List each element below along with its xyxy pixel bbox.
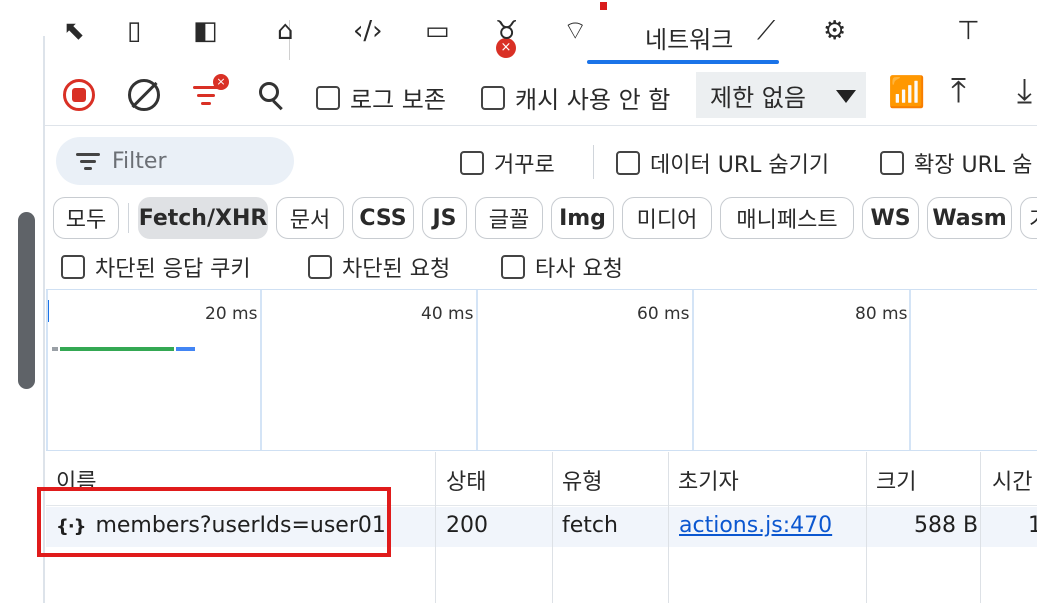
performance-tab-icon[interactable]: ♉ [495, 18, 518, 44]
settings-gear-icon[interactable]: ⚙ [823, 18, 846, 44]
request-type: fetch [562, 513, 618, 538]
hide-data-urls-checkbox[interactable]: 데이터 URL 숨기기 [616, 147, 829, 179]
filter-placeholder: Filter [112, 148, 167, 174]
request-time: 1 [1028, 513, 1037, 538]
filter-separator [593, 145, 594, 179]
overview-download-bar [176, 347, 195, 351]
blocked-cookies-checkbox[interactable]: 차단된 응답 쿠키 [61, 251, 251, 283]
chip-separator [128, 203, 129, 233]
type-filter-css[interactable]: CSS [352, 197, 414, 239]
blocked-requests-checkbox[interactable]: 차단된 요청 [308, 251, 450, 283]
column-header-initiator[interactable]: 초기자 [678, 464, 739, 496]
type-filter-manifest[interactable]: 매니페스트 [720, 197, 854, 239]
column-divider[interactable] [435, 452, 436, 603]
overview-gridline [46, 290, 48, 450]
type-filter-fetch-xhr[interactable]: Fetch/XHR [138, 197, 268, 239]
filter-icon [76, 151, 100, 171]
type-filter-media[interactable]: 미디어 [622, 197, 712, 239]
record-stop-icon [63, 79, 95, 111]
clear-icon [128, 79, 160, 111]
console-tab-icon[interactable]: ▭ [425, 18, 450, 44]
preserve-log-checkbox[interactable]: 로그 보존 [316, 80, 446, 115]
disable-cache-check[interactable] [481, 85, 505, 110]
network-overview[interactable]: 20 ms 40 ms 60 ms 80 ms [46, 289, 1037, 451]
column-header-time[interactable]: 시간 [992, 464, 1032, 496]
hide-data-urls-label: 데이터 URL 숨기기 [650, 153, 830, 178]
device-toolbar-icon[interactable]: ▯ [127, 18, 141, 44]
filter-input[interactable]: Filter [56, 137, 294, 185]
vertical-scrollbar-thumb[interactable] [18, 212, 35, 389]
chevron-down-icon [836, 90, 856, 103]
hide-extension-urls-label: 확장 URL 숨 [914, 153, 1033, 178]
overview-tick-label: 40 ms [421, 304, 474, 324]
invert-label: 거꾸로 [494, 153, 555, 178]
blocked-cookies-label: 차단된 응답 쿠키 [95, 257, 251, 282]
hide-extension-urls-check[interactable] [880, 151, 904, 175]
more-tabs-icon[interactable]: ⊤ [957, 18, 980, 44]
disable-cache-label: 캐시 사용 안 함 [515, 86, 671, 114]
type-filter-other[interactable]: 기 [1020, 197, 1037, 239]
overview-gridline [692, 290, 694, 450]
network-conditions-icon[interactable]: 📶 [888, 78, 925, 108]
column-divider[interactable] [866, 452, 867, 603]
column-divider[interactable] [552, 452, 553, 603]
devtools-tab-strip: ⬉ ▯ ◧ ⌂ ‹/› ▭ × ♉ ⌔ 네트워크 ⟋ ⚙ ⊤ [45, 0, 1037, 64]
type-filter-font[interactable]: 글꼴 [475, 197, 543, 239]
search-button[interactable] [245, 72, 299, 118]
blocked-requests-check[interactable] [308, 255, 332, 279]
column-header-type[interactable]: 유형 [562, 464, 602, 496]
tab-network[interactable]: 네트워크 [645, 20, 733, 55]
filter-active-icon: × [193, 74, 229, 110]
type-filter-all[interactable]: 모두 [53, 197, 119, 239]
type-filter-img[interactable]: Img [551, 197, 614, 239]
annotation-highlight-box [37, 487, 391, 557]
application-tab-icon[interactable]: ⟋ [757, 18, 775, 44]
network-tab-icon[interactable]: ⌔ [563, 18, 587, 44]
overview-gridline [909, 290, 911, 450]
blocked-cookies-check[interactable] [61, 255, 85, 279]
filter-toggle-button[interactable]: × [181, 72, 235, 118]
record-button[interactable] [52, 72, 106, 118]
preserve-log-check[interactable] [316, 85, 340, 110]
overview-gridline [476, 290, 478, 450]
overview-tick-label: 20 ms [205, 304, 258, 324]
column-header-size[interactable]: 크기 [876, 464, 916, 496]
clear-button[interactable] [117, 72, 171, 118]
sources-tab-icon[interactable]: ‹/› [353, 18, 383, 44]
blocked-requests-label: 차단된 요청 [342, 257, 451, 282]
hide-extension-urls-checkbox[interactable]: 확장 URL 숨 [880, 147, 1032, 179]
network-toolbar: × 로그 보존 캐시 사용 안 함 제한 없음 📶 ⤒ ⤓ [45, 64, 1037, 126]
overview-gridline [260, 290, 262, 450]
initiator-link[interactable]: actions.js:470 [679, 513, 832, 538]
invert-checkbox[interactable]: 거꾸로 [460, 147, 555, 179]
column-divider[interactable] [980, 452, 981, 603]
type-filter-doc[interactable]: 문서 [276, 197, 344, 239]
column-divider[interactable] [668, 452, 669, 603]
throttling-select[interactable]: 제한 없음 [696, 72, 866, 118]
invert-check[interactable] [460, 151, 484, 175]
import-har-icon[interactable]: ⤒ [951, 74, 966, 108]
request-size: 588 B [914, 513, 979, 538]
type-filter-wasm[interactable]: Wasm [927, 197, 1012, 239]
overview-waiting-bar [60, 347, 174, 351]
elements-tab-icon[interactable]: ⌂ [277, 18, 294, 44]
hide-data-urls-check[interactable] [616, 151, 640, 175]
search-icon [257, 80, 287, 111]
disable-cache-checkbox[interactable]: 캐시 사용 안 함 [481, 80, 670, 115]
column-header-status[interactable]: 상태 [446, 464, 486, 496]
overview-queue-bar [52, 347, 58, 351]
export-har-icon[interactable]: ⤓ [1017, 74, 1032, 108]
third-party-label: 타사 요청 [535, 257, 623, 282]
request-status: 200 [446, 513, 488, 538]
panel-toggle-icon[interactable]: ◧ [193, 18, 218, 44]
third-party-check[interactable] [501, 255, 525, 279]
inspect-element-icon[interactable]: ⬉ [63, 18, 85, 44]
type-filter-js[interactable]: JS [422, 197, 467, 239]
third-party-checkbox[interactable]: 타사 요청 [501, 251, 623, 283]
preserve-log-label: 로그 보존 [350, 86, 446, 114]
overview-tick-label: 60 ms [637, 304, 690, 324]
overview-tick-label: 80 ms [855, 304, 908, 324]
type-filter-ws[interactable]: WS [862, 197, 919, 239]
throttling-value: 제한 없음 [710, 83, 806, 112]
